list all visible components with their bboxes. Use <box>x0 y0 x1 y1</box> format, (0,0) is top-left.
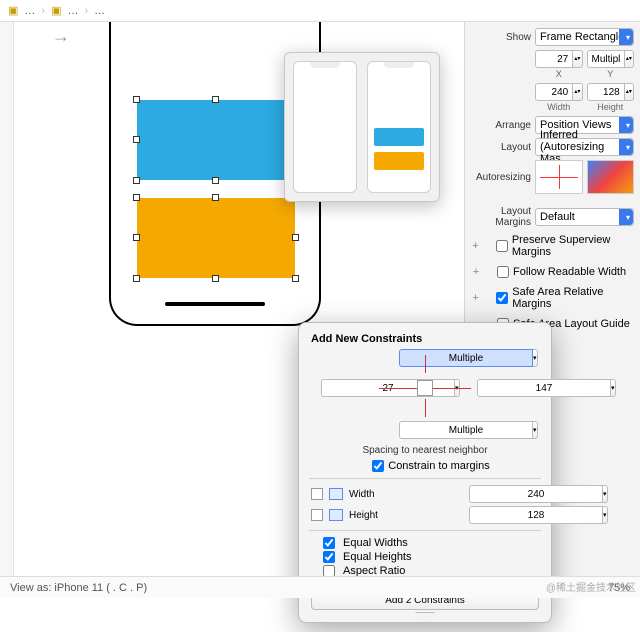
add-trait-button[interactable]: + <box>471 240 480 252</box>
selected-view-yellow[interactable] <box>137 198 295 278</box>
equal-heights-checkbox[interactable]: Equal Heights <box>323 551 539 563</box>
x-sublabel: X <box>556 69 562 79</box>
y-stepper[interactable]: ▴▾ <box>587 50 635 68</box>
watermark: @稀土掘金技术社区 <box>546 579 636 594</box>
show-label: Show <box>471 32 531 43</box>
breadcrumb-bar: ▣ … › ▣ … › … <box>0 0 640 22</box>
preview-phone <box>293 61 357 193</box>
height-stepper[interactable]: ▴▾ <box>587 83 635 101</box>
x-stepper[interactable]: ▴▾ <box>535 50 583 68</box>
height-sublabel: Height <box>597 102 623 112</box>
crumb[interactable]: … <box>24 5 35 17</box>
center-box-icon <box>417 380 433 396</box>
view-as-label[interactable]: View as: iPhone 11 ( . C . P) <box>10 582 147 594</box>
right-spacing-field[interactable]: ▾ <box>477 379 529 397</box>
width-icon <box>329 488 343 500</box>
layout-label: Layout <box>471 142 531 153</box>
preview-phone <box>367 61 431 193</box>
crumb[interactable]: … <box>94 5 105 17</box>
width-sublabel: Width <box>547 102 570 112</box>
constrain-to-margins-checkbox[interactable]: Constrain to margins <box>323 460 539 472</box>
home-indicator <box>165 302 265 306</box>
height-icon <box>329 509 343 521</box>
layout-popup[interactable]: Inferred (Autoresizing Mas…▾ <box>535 138 634 156</box>
autoresizing-preview-icon <box>587 160 635 194</box>
equal-widths-checkbox[interactable]: Equal Widths <box>323 537 539 549</box>
layout-margins-label: Layout Margins <box>471 206 531 228</box>
outline-gutter <box>0 22 14 576</box>
arrange-label: Arrange <box>471 120 531 131</box>
crumb[interactable]: … <box>67 5 78 17</box>
show-popup[interactable]: Frame Rectangle▾ <box>535 28 634 46</box>
align-preview-popover <box>284 52 440 202</box>
folder-icon: ▣ <box>8 4 18 17</box>
segue-arrow-icon[interactable]: → <box>52 26 70 47</box>
height-constraint-row[interactable]: Height ▾ <box>311 506 539 524</box>
width-stepper[interactable]: ▴▾ <box>535 83 583 101</box>
add-trait-button[interactable]: + <box>471 266 481 278</box>
width-constraint-row[interactable]: Width ▾ <box>311 485 539 503</box>
preview-block <box>374 152 424 170</box>
safe-area-relative-checkbox[interactable]: Safe Area Relative Margins <box>496 286 634 310</box>
readable-width-checkbox[interactable]: Follow Readable Width <box>497 266 626 278</box>
spacing-control[interactable]: ▾ ▾ ▾ ▾ <box>311 353 539 441</box>
spacing-label: Spacing to nearest neighbor <box>311 445 539 456</box>
preview-block <box>374 128 424 146</box>
popover-title: Add New Constraints <box>311 333 539 345</box>
preserve-superview-checkbox[interactable]: Preserve Superview Margins <box>496 234 634 258</box>
autoresizing-springs-icon[interactable] <box>535 160 583 194</box>
autoresizing-label: Autoresizing <box>471 172 531 183</box>
canvas-statusbar: View as: iPhone 11 ( . C . P) 75% <box>0 576 640 598</box>
add-trait-button[interactable]: + <box>471 292 480 304</box>
y-sublabel: Y <box>607 69 613 79</box>
bottom-spacing-field[interactable]: ▾ <box>399 421 451 439</box>
folder-icon: ▣ <box>51 4 61 17</box>
left-spacing-field[interactable]: ▾ <box>321 379 373 397</box>
layout-margins-popup[interactable]: Default▾ <box>535 208 634 226</box>
selected-view-blue[interactable] <box>137 100 295 180</box>
